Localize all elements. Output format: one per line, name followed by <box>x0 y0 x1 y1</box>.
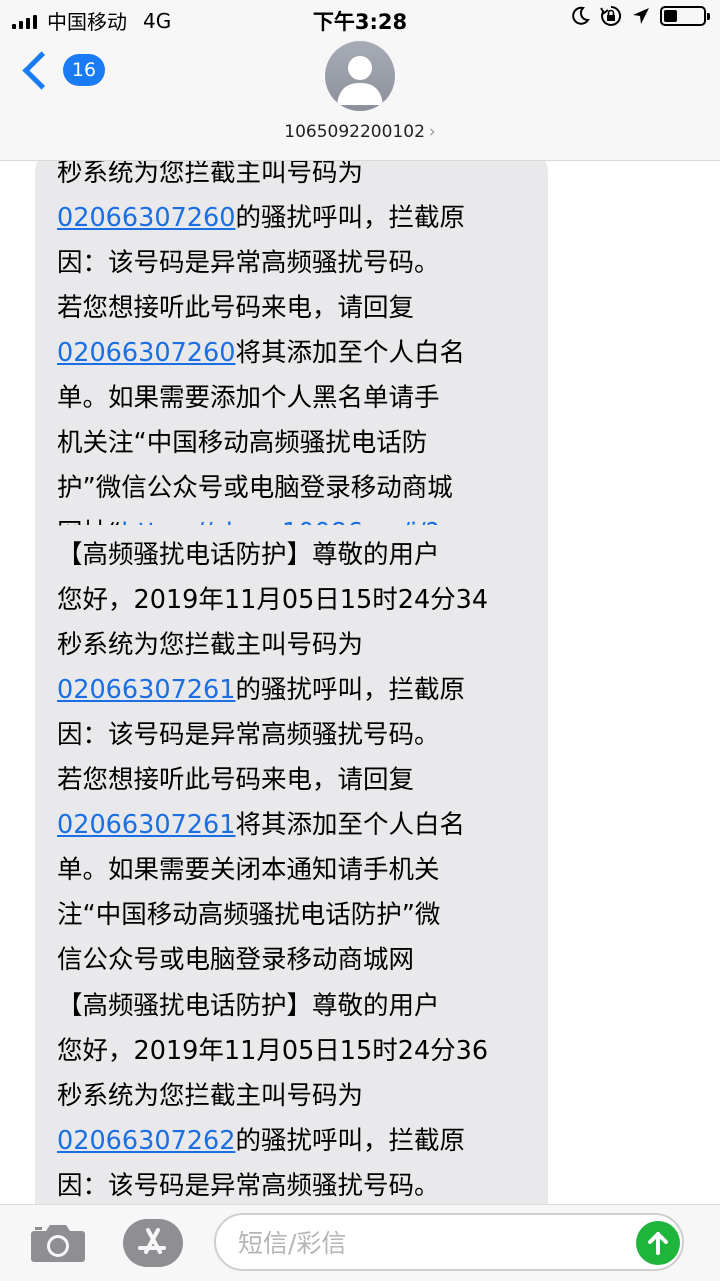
camera-button[interactable] <box>30 1223 86 1267</box>
message-link[interactable]: 02066307260 <box>57 338 235 368</box>
message-text: 若您想接听此号码来电，请回复 <box>57 765 415 795</box>
back-chevron-icon <box>22 50 61 90</box>
message-text: 【高频骚扰电话防护】尊敬的用户 <box>57 540 440 570</box>
message-link[interactable]: 02066307262 <box>57 1126 235 1156</box>
message-text: 的骚扰呼叫，拦截原 <box>235 675 465 705</box>
message-text: 将其添加至个人白名 <box>235 338 465 368</box>
message-text: 【高频骚扰电话防护】尊敬的用户 <box>57 991 440 1021</box>
contact-number: 1065092200102 <box>284 122 425 142</box>
message-text: 您好，2019年11月05日15时24分34 <box>57 585 489 615</box>
send-button[interactable] <box>636 1221 680 1265</box>
message-input-container <box>214 1213 684 1271</box>
app-store-button[interactable] <box>122 1218 184 1268</box>
message-text: 将其添加至个人白名 <box>235 810 465 840</box>
compose-bar <box>0 1204 720 1281</box>
message-text: 的骚扰呼叫，拦截原 <box>235 1126 465 1156</box>
message-text: 因：该号码是异常高频骚扰号码。 <box>57 1171 440 1201</box>
message-input[interactable] <box>236 1223 620 1263</box>
message-text: 秒系统为您拦截主叫号码为 <box>57 161 364 188</box>
battery-icon <box>660 6 710 26</box>
message-link[interactable]: 02066307260 <box>57 203 235 233</box>
contact-name[interactable]: 1065092200102 › <box>0 122 720 142</box>
message-text: 若您想接听此号码来电，请回复 <box>57 293 415 323</box>
back-button[interactable]: 16 <box>20 50 105 90</box>
rotation-lock-icon <box>600 5 622 26</box>
person-icon <box>337 56 383 105</box>
message-text: 秒系统为您拦截主叫号码为 <box>57 1081 364 1111</box>
status-bar: 中国移动 4G 下午3:28 <box>0 0 720 36</box>
message-text: 的骚扰呼叫，拦截原 <box>235 203 465 233</box>
camera-icon <box>31 1225 85 1262</box>
message-text: 单。如果需要关闭本通知请手机关 <box>57 855 440 885</box>
moon-icon <box>572 6 590 25</box>
message-link[interactable]: 02066307261 <box>57 675 235 705</box>
app-store-icon <box>123 1219 183 1267</box>
message-text: 单。如果需要添加个人黑名单请手 <box>57 383 440 413</box>
message-list[interactable]: 秒系统为您拦截主叫号码为 02066307260的骚扰呼叫，拦截原 因：该号码是异常… <box>0 161 720 1204</box>
message-text: 信公众号或电脑登录移动商城网 <box>57 945 415 975</box>
location-arrow-icon <box>633 8 649 24</box>
conversation-header: 16 1065092200102 › <box>0 36 720 161</box>
avatar[interactable] <box>325 41 395 111</box>
chevron-right-icon: › <box>428 122 436 142</box>
message-text: 您好，2019年11月05日15时24分36 <box>57 1036 489 1066</box>
message-text: 护”微信公众号或电脑登录移动商城 <box>57 473 453 503</box>
unread-count-badge: 16 <box>63 54 105 86</box>
send-arrow-icon <box>648 1232 668 1255</box>
message-link[interactable]: 02066307261 <box>57 810 235 840</box>
message-text: 注“中国移动高频骚扰电话防护”微 <box>57 900 441 930</box>
message-text: 因：该号码是异常高频骚扰号码。 <box>57 248 440 278</box>
message-text: 秒系统为您拦截主叫号码为 <box>57 630 364 660</box>
message-text: 因：该号码是异常高频骚扰号码。 <box>57 720 440 750</box>
battery-fill <box>664 10 678 22</box>
message-text: 机关注“中国移动高频骚扰电话防 <box>57 428 428 458</box>
message-bubble[interactable]: 【高频骚扰电话防护】尊敬的用户您好，2019年11月05日15时24分36 秒系统… <box>35 976 548 1204</box>
